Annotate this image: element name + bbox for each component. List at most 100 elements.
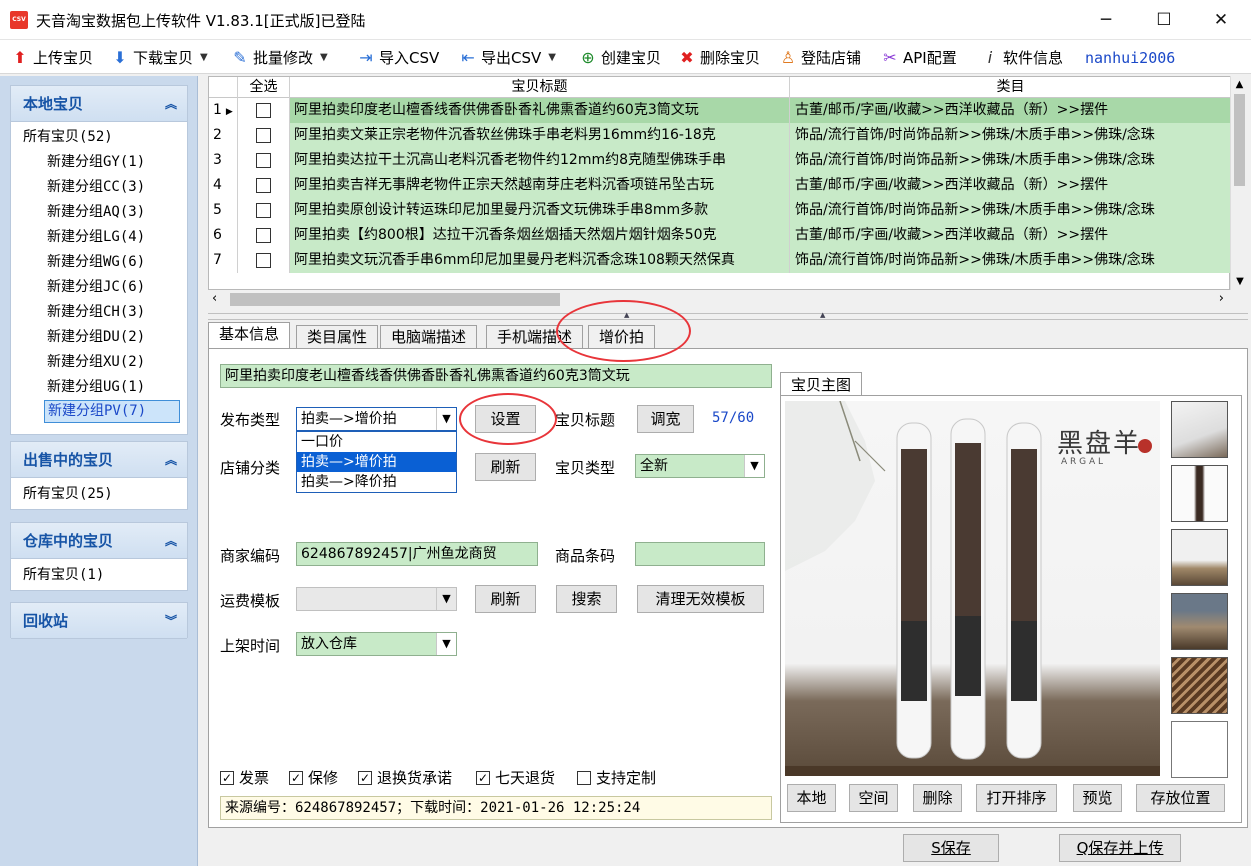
scroll-down-icon[interactable]: ▼ <box>1231 276 1249 287</box>
login-shop-button[interactable]: ♙ 登陆店铺 <box>778 47 861 69</box>
scroll-left-icon[interactable]: ‹ <box>212 291 217 306</box>
row-category[interactable]: 古董/邮币/字画/收藏>>西洋收藏品（新）>>摆件 <box>790 223 1231 248</box>
row-title[interactable]: 阿里拍卖文玩沉香手串6mm印尼加里曼丹老料沉香念珠108颗天然保真 <box>290 248 790 273</box>
row-checkbox[interactable] <box>256 252 271 268</box>
create-item-button[interactable]: ⊕ 创建宝贝 <box>578 47 661 69</box>
thumbnail-5[interactable] <box>1171 657 1228 714</box>
item-type-select[interactable]: 全新 ▼ <box>635 454 765 478</box>
thumbnail-4[interactable] <box>1171 593 1228 650</box>
checkmark-icon[interactable]: ✓ <box>358 770 372 785</box>
image-preview-button[interactable]: 预览 <box>1073 784 1122 812</box>
option-checkbox[interactable]: ✓ 发票 <box>220 767 269 788</box>
local-items-header[interactable]: 本地宝贝 ︽ <box>11 86 187 122</box>
sidebar-item-all-warehouse[interactable]: 所有宝贝(1) <box>11 563 187 588</box>
image-location-button[interactable]: 存放位置 <box>1136 784 1225 812</box>
image-delete-button[interactable]: 删除 <box>913 784 962 812</box>
dropdown-option-fixed-price[interactable]: 一口价 <box>297 432 456 452</box>
row-title[interactable]: 阿里拍卖达拉干土沉高山老料沉香老物件约12mm约8克随型佛珠手串 <box>290 148 790 173</box>
table-row[interactable]: 4 阿里拍卖吉祥无事牌老物件正宗天然越南芽庄老料沉香项链吊坠古玩 古董/邮币/字画/… <box>209 173 1231 198</box>
row-title[interactable]: 阿里拍卖【约800根】达拉干沉香条烟丝烟插天然烟片烟针烟条50克 <box>290 223 790 248</box>
merchant-code-field[interactable]: 624867892457|广州鱼龙商贸 <box>296 542 538 566</box>
chevron-down-icon[interactable]: ▼ <box>436 588 456 610</box>
row-title[interactable]: 阿里拍卖印度老山檀香线香供佛香卧香礼佛熏香道约60克3筒文玩 <box>290 98 790 123</box>
option-checkbox[interactable]: 支持定制 <box>577 767 656 788</box>
table-row[interactable]: 7 阿里拍卖文玩沉香手串6mm印尼加里曼丹老料沉香念珠108颗天然保真 饰品/流行首… <box>209 248 1231 273</box>
select-all-header[interactable]: 全选 <box>238 77 290 98</box>
export-csv-button[interactable]: ⇤ 导出CSV ▼ <box>458 47 556 69</box>
sidebar-item-group[interactable]: 新建分组XU(2) <box>11 350 187 375</box>
minimize-button[interactable]: ─ <box>1077 0 1135 40</box>
row-title[interactable]: 阿里拍卖吉祥无事牌老物件正宗天然越南芽庄老料沉香项链吊坠古玩 <box>290 173 790 198</box>
scroll-thumb[interactable] <box>1234 94 1245 186</box>
main-image-tab[interactable]: 宝贝主图 <box>780 372 863 397</box>
barcode-field[interactable] <box>635 542 765 566</box>
row-category[interactable]: 古董/邮币/字画/收藏>>西洋收藏品（新）>>摆件 <box>790 173 1231 198</box>
row-category[interactable]: 饰品/流行首饰/时尚饰品新>>佛珠/木质手串>>佛珠/念珠 <box>790 148 1231 173</box>
refresh-category-button[interactable]: 刷新 <box>475 453 536 481</box>
row-category[interactable]: 饰品/流行首饰/时尚饰品新>>佛珠/木质手串>>佛珠/念珠 <box>790 123 1231 148</box>
delete-item-button[interactable]: ✖ 删除宝贝 <box>677 47 760 69</box>
thumbnail-2[interactable] <box>1171 465 1228 522</box>
row-category[interactable]: 饰品/流行首饰/时尚饰品新>>佛珠/木质手串>>佛珠/念珠 <box>790 248 1231 273</box>
sidebar-item-group[interactable]: 新建分组LG(4) <box>11 225 187 250</box>
vertical-scrollbar[interactable]: ▲ ▼ <box>1230 76 1248 290</box>
adjust-width-button[interactable]: 调宽 <box>637 405 694 433</box>
table-row[interactable]: 3 阿里拍卖达拉干土沉高山老料沉香老物件约12mm约8克随型佛珠手串 饰品/流行首饰… <box>209 148 1231 173</box>
save-upload-button[interactable]: Q保存并上传 <box>1059 834 1181 862</box>
image-space-button[interactable]: 空间 <box>849 784 898 812</box>
shipping-template-select[interactable]: ▼ <box>296 587 457 611</box>
close-button[interactable]: ✕ <box>1192 0 1250 40</box>
batch-edit-button[interactable]: ✎ 批量修改 ▼ <box>230 47 327 69</box>
sidebar-item-group[interactable]: 新建分组PV(7) <box>44 400 180 423</box>
selling-header[interactable]: 出售中的宝贝 ︽ <box>11 442 187 478</box>
sidebar-item-group[interactable]: 新建分组JC(6) <box>11 275 187 300</box>
clean-templates-button[interactable]: 清理无效模板 <box>637 585 764 613</box>
scroll-up-icon[interactable]: ▲ <box>1231 79 1248 90</box>
refresh-shipping-button[interactable]: 刷新 <box>475 585 536 613</box>
image-sort-button[interactable]: 打开排序 <box>976 784 1057 812</box>
row-checkbox[interactable] <box>256 227 271 243</box>
table-row[interactable]: 2 阿里拍卖文莱正宗老物件沉香软丝佛珠手串老料男16mm约16-18克 饰品/流行首… <box>209 123 1231 148</box>
dropdown-option-descending-auction[interactable]: 拍卖—>降价拍 <box>297 472 456 492</box>
hscroll-thumb[interactable] <box>230 293 560 306</box>
dropdown-caret-icon[interactable]: ▼ <box>548 47 556 69</box>
checkmark-icon[interactable]: ✓ <box>289 770 303 785</box>
scroll-right-icon[interactable]: › <box>1219 291 1224 306</box>
recycle-header[interactable]: 回收站 ︾ <box>11 603 187 639</box>
upload-button[interactable]: ⬆ 上传宝贝 <box>10 47 93 69</box>
row-checkbox[interactable] <box>256 202 271 218</box>
chevron-down-icon[interactable]: ▼ <box>436 408 456 430</box>
checkmark-icon[interactable]: ✓ <box>476 770 490 785</box>
checkmark-icon[interactable]: ✓ <box>220 770 234 785</box>
row-category[interactable]: 古董/邮币/字画/收藏>>西洋收藏品（新）>>摆件 <box>790 98 1231 123</box>
option-checkbox[interactable]: ✓ 七天退货 <box>476 767 555 788</box>
splitter[interactable]: ▲ ▲ <box>208 311 1248 320</box>
table-row[interactable]: 1 ▶ 阿里拍卖印度老山檀香线香供佛香卧香礼佛熏香道约60克3筒文玩 古董/邮币/字画… <box>209 98 1231 123</box>
sidebar-item-group[interactable]: 新建分组CH(3) <box>11 300 187 325</box>
sidebar-item-group[interactable]: 新建分组WG(6) <box>11 250 187 275</box>
checkbox-empty-icon[interactable] <box>577 770 591 785</box>
collapse-chevron-icon[interactable]: ︽ <box>165 442 177 478</box>
import-csv-button[interactable]: ⇥ 导入CSV <box>356 47 439 69</box>
thumbnail-3[interactable] <box>1171 529 1228 586</box>
sidebar-item-group[interactable]: 新建分组DU(2) <box>11 325 187 350</box>
sidebar-item-all-local[interactable]: 所有宝贝(52) <box>11 125 187 150</box>
software-info-button[interactable]: i 软件信息 <box>980 47 1063 69</box>
save-button[interactable]: S保存 <box>903 834 999 862</box>
option-checkbox[interactable]: ✓ 退换货承诺 <box>358 767 452 788</box>
publish-type-select[interactable]: 拍卖—>增价拍 ▼ <box>296 407 457 431</box>
title-column-header[interactable]: 宝贝标题 <box>290 77 790 98</box>
row-category[interactable]: 饰品/流行首饰/时尚饰品新>>佛珠/木质手串>>佛珠/念珠 <box>790 198 1231 223</box>
tab-pc-description[interactable]: 电脑端描述 <box>380 325 478 348</box>
expand-chevron-icon[interactable]: ︾ <box>165 603 177 639</box>
tab-category-attributes[interactable]: 类目属性 <box>296 325 379 348</box>
download-button[interactable]: ⬇ 下载宝贝 ▼ <box>110 47 207 69</box>
tab-basic-info[interactable]: 基本信息 <box>208 322 291 349</box>
row-checkbox[interactable] <box>256 177 271 193</box>
sidebar-item-group[interactable]: 新建分组GY(1) <box>11 150 187 175</box>
api-config-button[interactable]: ✂ API配置 <box>880 47 956 69</box>
splitter-up-icon[interactable]: ▲ <box>820 311 825 319</box>
collapse-chevron-icon[interactable]: ︽ <box>165 523 177 559</box>
category-column-header[interactable]: 类目 <box>790 77 1231 98</box>
chevron-down-icon[interactable]: ▼ <box>744 455 764 477</box>
